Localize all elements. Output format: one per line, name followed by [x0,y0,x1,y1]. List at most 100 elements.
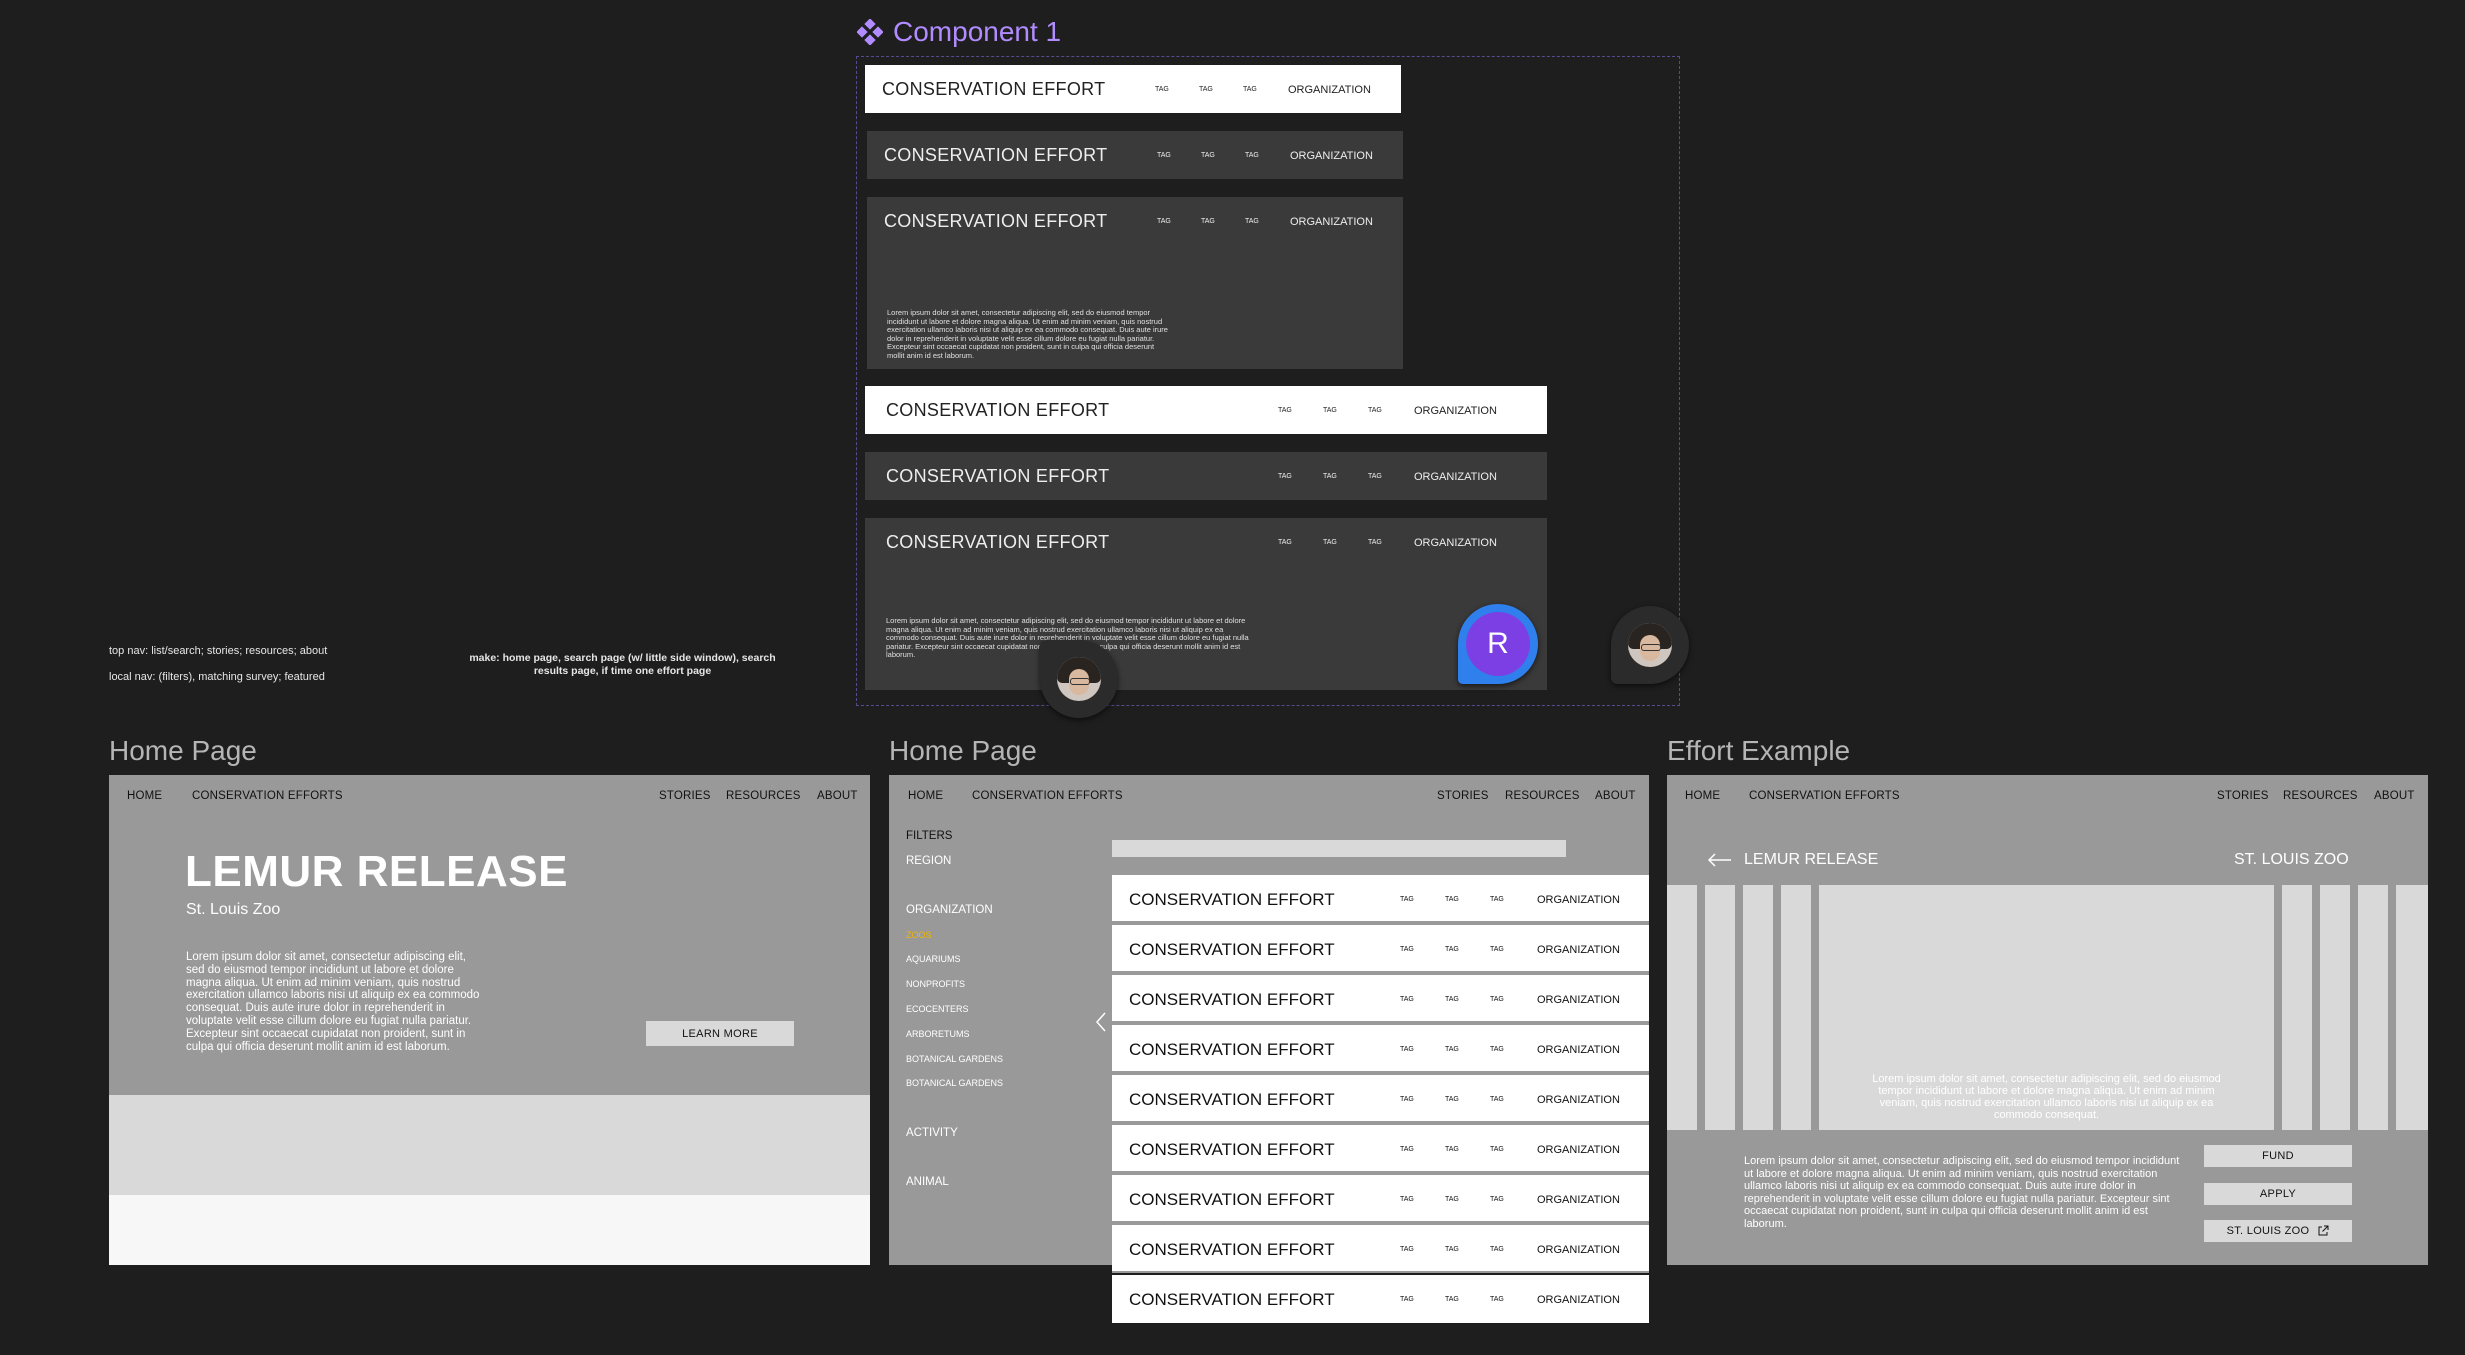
featured-section-placeholder [109,1095,870,1195]
result-tag: TAG [1490,896,1504,903]
search-result-row[interactable]: CONSERVATION EFFORT TAG TAG TAG ORGANIZA… [1112,1125,1649,1173]
card-tag: TAG [1278,539,1292,546]
filter-org-botanical-gardens-2[interactable]: BOTANICAL GARDENS [906,1078,1003,1088]
result-title: CONSERVATION EFFORT [1129,1140,1335,1159]
effort-card-light-wide[interactable]: CONSERVATION EFFORT TAG TAG TAG ORGANIZA… [865,386,1547,434]
result-title: CONSERVATION EFFORT [1129,940,1335,959]
search-input[interactable] [1112,840,1566,857]
card-tag: TAG [1243,86,1257,93]
nav-conservation-efforts[interactable]: CONSERVATION EFFORTS [1749,790,1900,802]
card-tag: TAG [1323,473,1337,480]
filter-org-arboretums[interactable]: ARBORETUMS [906,1029,970,1039]
nav-conservation-efforts[interactable]: CONSERVATION EFFORTS [972,790,1123,802]
effort-card-light[interactable]: CONSERVATION EFFORT TAG TAG TAG ORGANIZA… [865,65,1401,113]
nav-about[interactable]: ABOUT [817,790,858,802]
search-result-row[interactable]: CONSERVATION EFFORT TAG TAG TAG ORGANIZA… [1112,1175,1649,1223]
hero-description: Lorem ipsum dolor sit amet, consectetur … [186,951,480,1053]
gallery-thumbnail[interactable] [2358,885,2388,1130]
result-title: CONSERVATION EFFORT [1129,1090,1335,1109]
card-description: Lorem ipsum dolor sit amet, consectetur … [887,308,1168,360]
card-organization: ORGANIZATION [1414,405,1497,417]
nav-home[interactable]: HOME [127,790,162,802]
filter-org-botanical-gardens[interactable]: BOTANICAL GARDENS [906,1054,1003,1064]
nav-stories[interactable]: STORIES [2217,790,2269,802]
organization-link-button[interactable]: ST. LOUIS ZOO [2204,1220,2352,1242]
nav-home[interactable]: HOME [908,790,943,802]
result-tag: TAG [1400,996,1414,1003]
gallery-thumbnail[interactable] [2320,885,2350,1130]
filter-organization[interactable]: ORGANIZATION [906,904,993,916]
user-avatar[interactable] [1611,606,1689,684]
nav-resources[interactable]: RESOURCES [2283,790,2358,802]
card-title: CONSERVATION EFFORT [884,145,1108,165]
nav-about[interactable]: ABOUT [2374,790,2415,802]
frame-label-effort: Effort Example [1667,735,1851,766]
filter-region[interactable]: REGION [906,855,951,867]
frame-label-home-2: Home Page [889,735,1037,766]
gallery-thumbnail[interactable] [1705,885,1735,1130]
back-arrow-icon[interactable] [1707,853,1733,867]
card-organization: ORGANIZATION [1290,150,1373,162]
result-tag: TAG [1445,1146,1459,1153]
nav-resources[interactable]: RESOURCES [1505,790,1580,802]
search-result-row[interactable]: CONSERVATION EFFORT TAG TAG TAG ORGANIZA… [1112,925,1649,973]
result-organization: ORGANIZATION [1537,894,1620,906]
result-tag: TAG [1490,1096,1504,1103]
gallery-thumbnail[interactable] [2396,885,2428,1130]
card-organization: ORGANIZATION [1290,216,1373,228]
search-result-row[interactable]: CONSERVATION EFFORT TAG TAG TAG ORGANIZA… [1112,1075,1649,1123]
nav-stories[interactable]: STORIES [1437,790,1489,802]
gallery-thumbnail[interactable] [1781,885,1811,1130]
effort-page-frame[interactable]: HOME CONSERVATION EFFORTS STORIES RESOUR… [1667,775,2428,1265]
user-photo [1057,657,1101,701]
effort-card-dark-wide[interactable]: CONSERVATION EFFORT TAG TAG TAG ORGANIZA… [865,452,1547,500]
fund-button[interactable]: FUND [2204,1145,2352,1167]
apply-button[interactable]: APPLY [2204,1183,2352,1205]
component-icon [857,19,883,45]
user-avatar[interactable] [1040,640,1118,718]
card-tag: TAG [1278,473,1292,480]
filter-org-nonprofits[interactable]: NONPROFITS [906,979,965,989]
result-tag: TAG [1400,1096,1414,1103]
search-result-row[interactable]: CONSERVATION EFFORT TAG TAG TAG ORGANIZA… [1112,875,1649,923]
result-tag: TAG [1400,1196,1414,1203]
result-tag: TAG [1445,1246,1459,1253]
result-tag: TAG [1490,1196,1504,1203]
gallery-thumbnail[interactable] [1743,885,1773,1130]
learn-more-button[interactable]: LEARN MORE [646,1021,794,1046]
nav-stories[interactable]: STORIES [659,790,711,802]
filter-org-zoos[interactable]: ZOOS [906,930,932,940]
result-title: CONSERVATION EFFORT [1129,1040,1335,1059]
gallery-thumbnail[interactable] [2282,885,2312,1130]
result-organization: ORGANIZATION [1537,1044,1620,1056]
effort-card-dark[interactable]: CONSERVATION EFFORT TAG TAG TAG ORGANIZA… [867,131,1403,179]
search-result-row[interactable]: CONSERVATION EFFORT TAG TAG TAG ORGANIZA… [1112,1025,1649,1073]
search-result-row[interactable]: CONSERVATION EFFORT TAG TAG TAG ORGANIZA… [1112,1225,1649,1273]
filter-org-aquariums[interactable]: AQUARIUMS [906,954,961,964]
component-title[interactable]: Component 1 [857,16,1061,48]
chevron-left-icon[interactable] [1095,1011,1107,1033]
nav-about[interactable]: ABOUT [1595,790,1636,802]
result-tag: TAG [1445,896,1459,903]
card-tag: TAG [1201,152,1215,159]
nav-conservation-efforts[interactable]: CONSERVATION EFFORTS [192,790,343,802]
collaborator-avatar-r[interactable]: R [1458,604,1538,684]
result-tag: TAG [1400,1046,1414,1053]
home-page-frame[interactable]: HOME CONSERVATION EFFORTS STORIES RESOUR… [109,775,870,1265]
note-top-nav: top nav: list/search; stories; resources… [109,645,328,657]
effort-card-expanded-wide[interactable]: CONSERVATION EFFORT TAG TAG TAG ORGANIZA… [865,518,1547,690]
search-result-row[interactable]: CONSERVATION EFFORT TAG TAG TAG ORGANIZA… [1112,1275,1649,1323]
effort-description: Lorem ipsum dolor sit amet, consectetur … [1744,1155,2180,1230]
filter-animal[interactable]: ANIMAL [906,1176,949,1188]
card-tag: TAG [1368,539,1382,546]
gallery-thumbnail[interactable] [1667,885,1697,1130]
nav-home[interactable]: HOME [1685,790,1720,802]
gallery-caption: Lorem ipsum dolor sit amet, consectetur … [1872,1073,2221,1121]
filter-org-ecocenters[interactable]: ECOCENTERS [906,1004,969,1014]
gallery-main-image[interactable]: Lorem ipsum dolor sit amet, consectetur … [1819,885,2274,1130]
search-result-row[interactable]: CONSERVATION EFFORT TAG TAG TAG ORGANIZA… [1112,975,1649,1023]
nav-resources[interactable]: RESOURCES [726,790,801,802]
filter-activity[interactable]: ACTIVITY [906,1127,958,1139]
result-organization: ORGANIZATION [1537,1194,1620,1206]
effort-card-expanded[interactable]: CONSERVATION EFFORT TAG TAG TAG ORGANIZA… [867,197,1403,369]
